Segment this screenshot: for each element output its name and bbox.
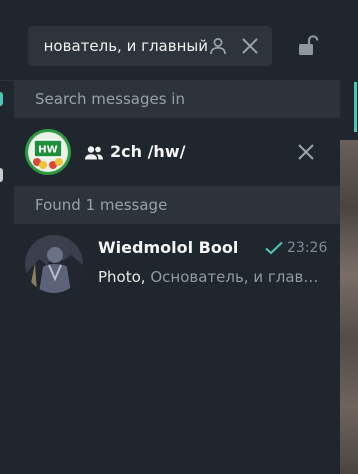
lock-open-icon[interactable] bbox=[296, 34, 320, 58]
section-header-found: Found 1 message bbox=[14, 186, 340, 224]
search-topbar: нователь, и главный bbox=[14, 0, 340, 80]
check-icon bbox=[265, 241, 283, 255]
section-header-search-in: Search messages in bbox=[14, 80, 340, 118]
background-photo bbox=[340, 140, 358, 474]
close-icon[interactable] bbox=[240, 36, 260, 56]
search-query-text[interactable]: нователь, и главный bbox=[38, 36, 208, 56]
chat-list-edge bbox=[0, 0, 14, 474]
chat-area-edge bbox=[340, 0, 358, 474]
sender-name: Wiedmolol Bool bbox=[98, 238, 239, 257]
search-scope-chat[interactable]: HW 2ch /hw/ bbox=[14, 118, 340, 186]
chat-avatar: HW bbox=[25, 129, 71, 175]
message-text: Основатель, и главный bbox=[150, 268, 326, 286]
message-preview: Photo, Основатель, и главный bbox=[98, 267, 326, 287]
search-panel: нователь, и главный Search messages in H… bbox=[14, 0, 340, 474]
chat-name: 2ch /hw/ bbox=[110, 142, 186, 161]
search-input[interactable]: нователь, и главный bbox=[28, 26, 272, 66]
avatar-text: HW bbox=[38, 145, 57, 156]
divider bbox=[0, 80, 14, 81]
unread-indicator bbox=[0, 168, 3, 182]
scroll-indicator bbox=[354, 82, 357, 132]
unread-indicator bbox=[0, 92, 3, 106]
message-time: 23:26 bbox=[287, 240, 328, 256]
group-icon bbox=[85, 146, 103, 160]
avatar bbox=[25, 235, 83, 293]
close-icon[interactable] bbox=[294, 140, 318, 164]
search-result-item[interactable]: Wiedmolol Bool 23:26 Photo, Основатель, … bbox=[14, 224, 340, 304]
media-type-label: Photo, bbox=[98, 268, 146, 286]
person-icon[interactable] bbox=[208, 36, 228, 56]
